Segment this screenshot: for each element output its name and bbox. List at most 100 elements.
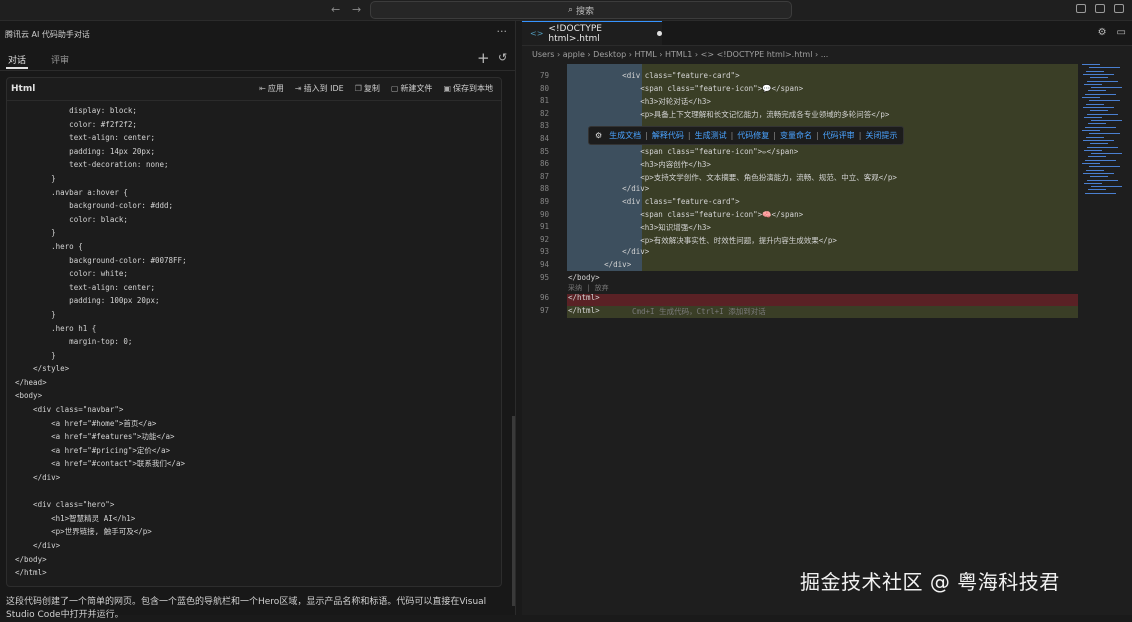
layout-icon[interactable]: ▭ <box>1117 27 1126 38</box>
assistant-explanation: 这段代码创建了一个简单的网页。包含一个蓝色的导航栏和一个Hero区域，显示产品名… <box>6 597 487 620</box>
toggle-secondary-sidebar-icon[interactable] <box>1114 4 1124 13</box>
insert-icon: ⇥ <box>294 84 302 93</box>
minimap-line <box>1090 176 1108 178</box>
title-bar: ← → ⌕ 搜索 <box>0 0 1132 21</box>
code-line: <h1>智慧精灵 AI</h1> <box>15 513 136 523</box>
minimap-line <box>1082 163 1100 164</box>
copy-button[interactable]: ❐ 复制 <box>355 83 380 94</box>
line-number: 95 <box>539 272 549 282</box>
line-number: 79 <box>539 71 549 80</box>
code-line: </div> <box>15 541 61 550</box>
minimap-line <box>1088 90 1106 92</box>
action-review-code[interactable]: 代码评审 <box>823 130 855 141</box>
minimap-line <box>1085 159 1116 161</box>
insert-to-ide-button[interactable]: ⇥ 插入到 IDE <box>295 83 344 94</box>
minimap-line <box>1088 156 1106 158</box>
minimap-line <box>1087 80 1118 82</box>
editor-code-line: <div class="feature-card"> <box>568 197 740 206</box>
minimap-line <box>1087 146 1118 148</box>
editor-code-line: </html> <box>568 305 600 315</box>
editor-tab-file[interactable]: <> <!DOCTYPE html>.html <box>522 21 662 45</box>
apply-button[interactable]: ⇤ 应用 <box>259 83 284 94</box>
code-line: <a href="#features">功能</a> <box>15 432 175 442</box>
editor-tab-bar: <> <!DOCTYPE html>.html ⚙ ▭ <box>522 21 1132 46</box>
code-actions: ⇤ 应用 ⇥ 插入到 IDE ❐ 复制 ▢ 新建文件 ▣ 保存到本地 <box>259 83 493 94</box>
toggle-sidebar-icon[interactable] <box>1076 4 1086 13</box>
tab-chat[interactable]: 对话 <box>8 53 26 66</box>
back-arrow-icon[interactable]: ← <box>331 3 340 16</box>
new-file-button[interactable]: ▢ 新建文件 <box>391 83 433 94</box>
code-line: <div class="navbar"> <box>15 405 124 415</box>
unsaved-dot-icon[interactable] <box>657 31 662 36</box>
minimap-line <box>1084 149 1102 151</box>
forward-arrow-icon[interactable]: → <box>352 3 361 16</box>
code-line: </html> <box>15 568 47 578</box>
ai-code-lens-toolbar: ⚙ 生成文档 | 解释代码 | 生成测试 | 代码修复 | 变量命名 | 代码评审 | 关闭… <box>588 126 905 145</box>
editor-code-line: <span class="feature-icon">🧠</span> <box>568 209 804 219</box>
minimap-line <box>1084 83 1102 85</box>
new-chat-icon[interactable]: + <box>477 49 490 67</box>
save-icon: ▣ <box>443 84 451 93</box>
code-line: display: block; <box>15 106 137 115</box>
toggle-panel-icon[interactable] <box>1095 4 1105 13</box>
action-fix-code[interactable]: 代码修复 <box>737 130 769 141</box>
html-file-icon: <> <box>530 29 544 38</box>
history-icon[interactable]: ↺ <box>498 51 507 64</box>
code-line: <div class="hero"> <box>15 500 115 510</box>
code-editor: <> <!DOCTYPE html>.html ⚙ ▭ Users › appl… <box>522 21 1132 615</box>
editor-code-line: </div> <box>568 247 650 257</box>
minimap-line <box>1088 123 1106 125</box>
line-number: 81 <box>539 96 549 106</box>
minimap-line <box>1082 97 1100 98</box>
code-block-card: Html ⇤ 应用 ⇥ 插入到 IDE ❐ 复制 ▢ 新建文件 ▣ 保存到本地 displ… <box>6 77 502 587</box>
minimap[interactable] <box>1082 64 1132 199</box>
code-line: <a href="#home">首页</a> <box>15 418 157 428</box>
minimap-line <box>1091 186 1122 188</box>
code-line: color: black; <box>15 214 128 224</box>
line-number: 91 <box>539 222 549 232</box>
line-number: 97 <box>539 305 549 315</box>
code-line: } <box>15 309 56 319</box>
minimap-line <box>1090 143 1108 145</box>
code-line: padding: 100px 20px; <box>15 296 160 306</box>
layout-controls <box>1076 4 1124 13</box>
code-content[interactable]: display: block; color: #f2f2f2; text-ali… <box>15 104 187 580</box>
minimap-line <box>1089 100 1120 102</box>
editor-code-line: <h3>内容创作</h3> <box>568 160 711 170</box>
action-explain-code[interactable]: 解释代码 <box>652 130 684 141</box>
minimap-line <box>1089 133 1120 135</box>
line-number: 86 <box>539 159 549 169</box>
line-number: 82 <box>539 108 549 118</box>
more-icon[interactable]: ··· <box>497 25 508 38</box>
breadcrumb[interactable]: Users › apple › Desktop › HTML › HTML1 ›… <box>532 50 828 59</box>
code-line: color: #f2f2f2; <box>15 119 137 129</box>
gear-icon[interactable]: ⚙ <box>1098 27 1107 38</box>
code-line: color: white; <box>15 269 128 279</box>
accept-reject-hint[interactable]: 采纳 | 放弃 <box>568 283 609 293</box>
editor-code-line: </html> <box>568 293 600 303</box>
action-generate-tests[interactable]: 生成测试 <box>695 130 727 141</box>
minimap-line <box>1085 126 1116 128</box>
action-generate-docs[interactable]: 生成文档 <box>609 130 641 141</box>
code-line: } <box>15 350 56 360</box>
action-rename-variable[interactable]: 变量命名 <box>780 130 812 141</box>
code-block-header: Html ⇤ 应用 ⇥ 插入到 IDE ❐ 复制 ▢ 新建文件 ▣ 保存到本地 <box>7 78 501 101</box>
ai-assistant-panel: 腾讯云 AI 代码助手对话 ··· 对话 评审 + ↺ Html ⇤ 应用 ⇥ 插入… <box>0 21 516 620</box>
code-line: </head> <box>15 377 47 387</box>
tab-review[interactable]: 评审 <box>51 53 69 66</box>
save-to-local-button[interactable]: ▣ 保存到本地 <box>443 83 493 94</box>
action-close-hint[interactable]: 关闭提示 <box>865 130 897 141</box>
scrollbar[interactable] <box>512 416 515 606</box>
code-line: </body> <box>15 554 47 564</box>
minimap-line <box>1084 182 1102 184</box>
code-line: </style> <box>15 364 70 374</box>
code-line: <a href="#contact">联系我们</a> <box>15 459 185 469</box>
apply-icon: ⇤ <box>259 84 266 93</box>
editor-code-line: </div> <box>568 184 650 194</box>
gear-icon[interactable]: ⚙ <box>595 131 602 140</box>
command-search-box[interactable]: ⌕ 搜索 <box>370 1 792 19</box>
editor-code-line: <p>具备上下文理解和长文记忆能力，流畅完成各专业领域的多轮问答</p> <box>568 109 890 119</box>
minimap-line <box>1090 110 1108 112</box>
divider <box>0 70 515 71</box>
